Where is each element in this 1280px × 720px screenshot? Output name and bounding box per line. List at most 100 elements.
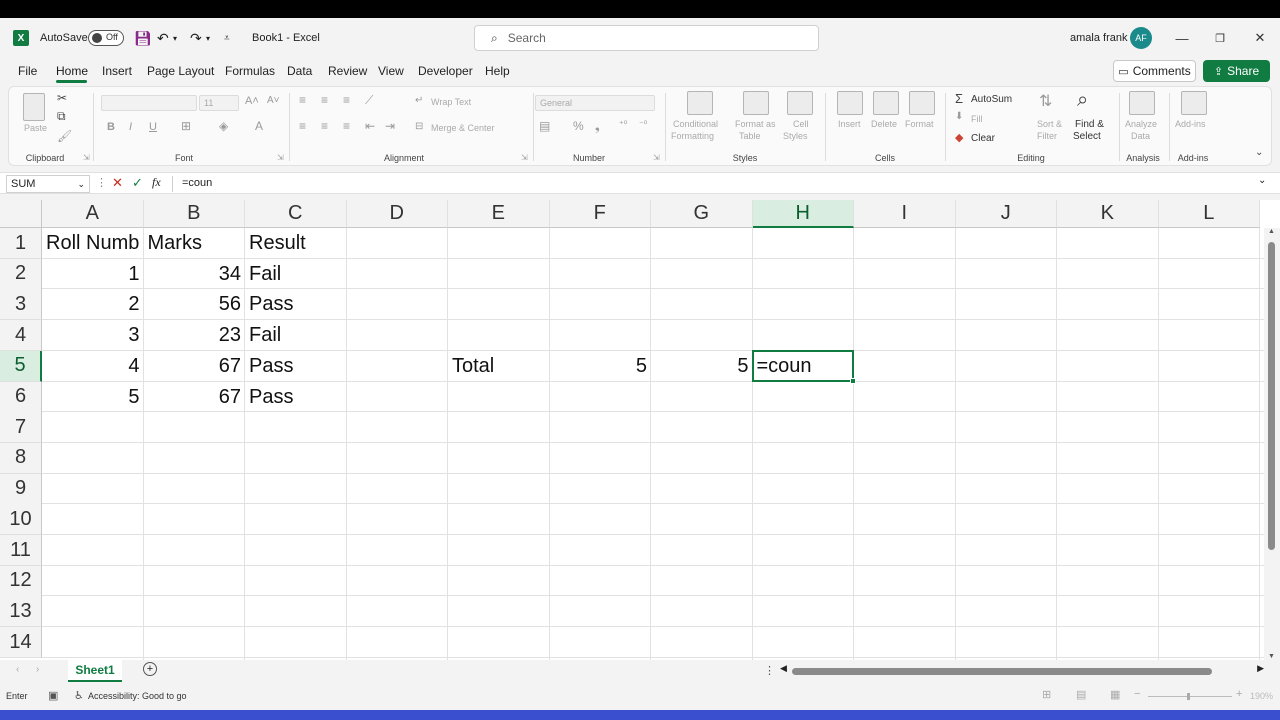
fill-icon[interactable]: ⬇ [955, 111, 963, 122]
restore-icon[interactable]: ❐ [1210, 28, 1230, 48]
zoom-in-icon[interactable]: + [1236, 688, 1242, 700]
column-header-d[interactable]: D [346, 200, 448, 228]
row-header-8[interactable]: 8 [0, 442, 42, 474]
cell-g5[interactable]: 5 [651, 351, 753, 381]
fill-color-icon[interactable]: ◈ [219, 119, 228, 133]
column-header-i[interactable]: I [854, 200, 956, 228]
worksheet-grid[interactable]: A B C D E F G H I J K L 1 2 3 4 5 6 7 8 9 10 11 12 13 14 Roll Numb… [0, 200, 1280, 660]
cell-b3[interactable]: 56 [144, 289, 246, 319]
tab-help[interactable]: Help [485, 64, 510, 78]
column-header-j[interactable]: J [955, 200, 1057, 228]
insert-cells-icon[interactable] [837, 91, 863, 115]
orientation-icon[interactable]: ⟋ [365, 93, 373, 108]
scroll-left-icon[interactable]: ‹ [16, 664, 19, 675]
merge-icon[interactable]: ⊟ [415, 121, 423, 132]
column-header-e[interactable]: E [448, 200, 550, 228]
cell-a3[interactable]: 2 [42, 289, 144, 319]
minimize-icon[interactable]: — [1172, 28, 1192, 48]
redo-icon[interactable]: ↷ [190, 18, 202, 58]
increase-indent-icon[interactable]: ⇥ [385, 119, 395, 133]
clear-icon[interactable]: ◆ [955, 131, 963, 144]
underline-icon[interactable]: U [149, 121, 157, 133]
tab-file[interactable]: File [18, 64, 37, 78]
normal-view-icon[interactable]: ⊞ [1042, 688, 1051, 701]
name-box[interactable]: SUM ⌄ [6, 175, 90, 193]
cell-f5[interactable]: 5 [550, 351, 652, 381]
row-header-10[interactable]: 10 [0, 504, 42, 536]
cell-styles-icon[interactable] [787, 91, 813, 115]
align-left-icon[interactable]: ≡ [299, 119, 306, 133]
row-header-12[interactable]: 12 [0, 565, 42, 597]
formula-input[interactable]: =coun [178, 175, 1262, 193]
tab-formulas[interactable]: Formulas [225, 64, 275, 78]
align-bottom-icon[interactable]: ≡ [343, 93, 350, 107]
redo-dropdown-icon[interactable]: ▾ [206, 18, 210, 58]
cell-c3[interactable]: Pass [245, 289, 347, 319]
undo-icon[interactable]: ↶ [157, 18, 169, 58]
fill-label[interactable]: Fill [971, 114, 983, 124]
row-header-7[interactable]: 7 [0, 412, 42, 444]
tab-page-layout[interactable]: Page Layout [147, 64, 214, 78]
share-button[interactable]: ⇪ Share [1203, 60, 1270, 82]
cancel-icon[interactable]: ✕ [112, 175, 123, 191]
clear-label[interactable]: Clear [971, 133, 995, 144]
increase-decimal-icon[interactable]: ⁺⁰ [619, 119, 627, 130]
cell-c2[interactable]: Fail [245, 259, 347, 289]
format-as-table-icon[interactable] [743, 91, 769, 115]
cell-c6[interactable]: Pass [245, 382, 347, 412]
cell-c5[interactable]: Pass [245, 351, 347, 381]
column-header-f[interactable]: F [549, 200, 651, 228]
vertical-scroll-thumb[interactable] [1268, 242, 1275, 550]
decrease-decimal-icon[interactable]: ⁻⁰ [639, 119, 647, 130]
font-name-combo[interactable] [101, 95, 197, 111]
scroll-left-arrow-icon[interactable]: ◀ [780, 663, 787, 674]
cell-a1[interactable]: Roll Numb [42, 228, 144, 258]
format-cells-icon[interactable] [909, 91, 935, 115]
align-top-icon[interactable]: ≡ [299, 93, 306, 107]
accessibility-icon[interactable]: ♿︎ [74, 689, 84, 702]
vertical-scrollbar[interactable]: ▲ ▼ [1264, 228, 1280, 660]
add-ins-icon[interactable] [1181, 91, 1207, 115]
decrease-font-icon[interactable]: A˅ [267, 95, 280, 106]
close-icon[interactable]: ✕ [1250, 28, 1270, 48]
scroll-right-icon[interactable]: › [36, 664, 39, 675]
cell-a4[interactable]: 3 [42, 320, 144, 350]
percent-icon[interactable]: % [573, 119, 584, 133]
cell-b1[interactable]: Marks [144, 228, 246, 258]
expand-formula-bar-icon[interactable]: ⌄ [1258, 175, 1266, 186]
cut-icon[interactable]: ✂ [57, 91, 67, 105]
cell-b2[interactable]: 34 [144, 259, 246, 289]
horizontal-scrollbar[interactable]: ◀ ▶ [780, 663, 1264, 677]
accounting-icon[interactable]: ▤ [539, 119, 550, 133]
tab-insert[interactable]: Insert [102, 64, 132, 78]
scroll-right-arrow-icon[interactable]: ▶ [1257, 663, 1264, 674]
cell-c1[interactable]: Result [245, 228, 347, 258]
row-header-14[interactable]: 14 [0, 627, 42, 659]
number-launcher-icon[interactable]: ⇲ [653, 153, 660, 162]
zoom-slider[interactable] [1148, 696, 1232, 697]
decrease-indent-icon[interactable]: ⇤ [365, 119, 375, 133]
font-launcher-icon[interactable]: ⇲ [277, 153, 284, 162]
delete-cells-icon[interactable] [873, 91, 899, 115]
tab-home[interactable]: Home [56, 64, 88, 78]
cell-b4[interactable]: 23 [144, 320, 246, 350]
row-header-9[interactable]: 9 [0, 473, 42, 505]
cell-a2[interactable]: 1 [42, 259, 144, 289]
sheet-tab-sheet1[interactable]: Sheet1 [68, 660, 122, 682]
wrap-text-icon[interactable]: ↵ [415, 95, 423, 106]
undo-dropdown-icon[interactable]: ▾ [173, 18, 177, 58]
cell-b5[interactable]: 67 [144, 351, 246, 381]
comments-button[interactable]: ▭ Comments [1113, 60, 1196, 82]
column-header-h[interactable]: H [752, 200, 854, 228]
font-color-icon[interactable]: A [255, 119, 263, 133]
alignment-launcher-icon[interactable]: ⇲ [521, 153, 528, 162]
sort-filter-icon[interactable]: ⇅ [1039, 91, 1052, 111]
italic-icon[interactable]: I [129, 121, 132, 133]
column-header-l[interactable]: L [1158, 200, 1260, 228]
row-header-2[interactable]: 2 [0, 258, 42, 290]
increase-font-icon[interactable]: A˄ [245, 95, 259, 107]
cell-h5[interactable]: =coun [753, 351, 855, 381]
format-painter-icon[interactable]: 🖌︎ [57, 129, 72, 143]
cell-b6[interactable]: 67 [144, 382, 246, 412]
analyze-data-icon[interactable] [1129, 91, 1155, 115]
